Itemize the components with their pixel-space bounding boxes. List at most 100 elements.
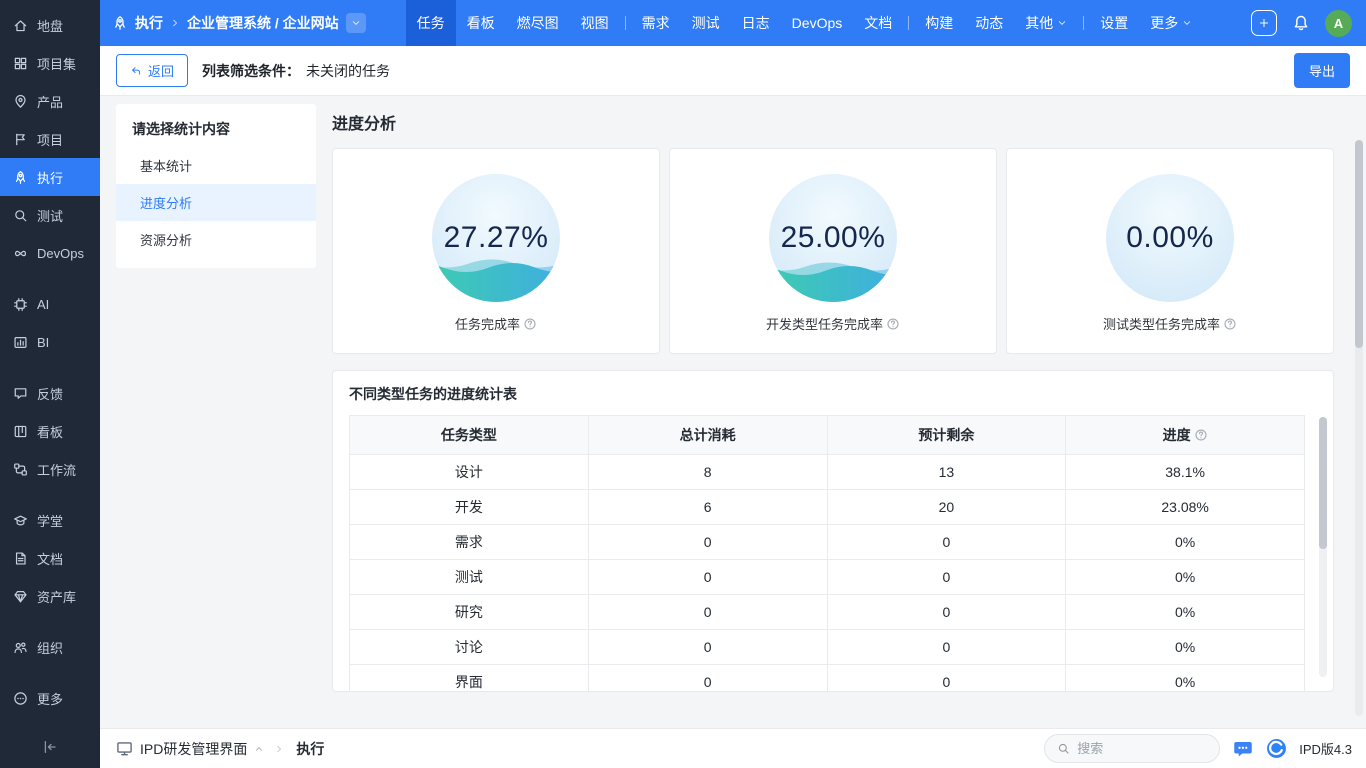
table-cell: 23.08% <box>1066 490 1305 525</box>
table-cell: 研究 <box>350 595 589 630</box>
sidebar-item-turf[interactable]: 地盘 <box>0 6 100 44</box>
col-header-2: 预计剩余 <box>827 416 1066 455</box>
chat-icon[interactable] <box>1232 739 1254 759</box>
search-icon <box>1057 742 1070 755</box>
user-avatar[interactable]: A <box>1325 10 1352 37</box>
content-scrollbar-thumb[interactable] <box>1355 140 1363 348</box>
sidebar-item-org[interactable]: 组织 <box>0 628 100 666</box>
topnav-kanban[interactable]: 看板 <box>456 0 506 46</box>
topbar-context-label[interactable]: 执行 <box>135 13 163 33</box>
sidebar-item-school[interactable]: 学堂 <box>0 501 100 539</box>
table-cell: 0 <box>827 595 1066 630</box>
topnav-other[interactable]: 其他 <box>1014 0 1078 46</box>
sidebar-item-workflow[interactable]: 工作流 <box>0 450 100 488</box>
topnav-label: 看板 <box>467 13 495 33</box>
topnav-log[interactable]: 日志 <box>731 0 781 46</box>
sidebar-item-feedback[interactable]: 反馈 <box>0 374 100 412</box>
sidebar-item-label: 资产库 <box>37 587 76 606</box>
sidebar-item-label: 地盘 <box>37 16 63 35</box>
sidebar-item-ai[interactable]: AI <box>0 285 100 323</box>
help-icon[interactable] <box>1194 428 1208 442</box>
back-arrow-icon <box>130 65 142 77</box>
table-scrollbar-thumb[interactable] <box>1319 417 1327 549</box>
stats-panel-title: 请选择统计内容 <box>116 117 316 147</box>
create-button[interactable] <box>1251 10 1277 36</box>
col-header-1: 总计消耗 <box>588 416 827 455</box>
table-row: 讨论000% <box>350 630 1305 665</box>
topnav-view[interactable]: 视图 <box>570 0 620 46</box>
sidebar-item-program[interactable]: 项目集 <box>0 44 100 82</box>
sidebar-item-label: AI <box>37 297 49 312</box>
topnav-more[interactable]: 更多 <box>1139 0 1203 46</box>
bottombar: IPD研发管理界面 执行 IPD版4.3 <box>100 728 1366 768</box>
sidebar-item-product[interactable]: 产品 <box>0 82 100 120</box>
sidebar-item-label: 工作流 <box>37 460 76 479</box>
export-button[interactable]: 导出 <box>1294 53 1350 88</box>
topnav-test[interactable]: 测试 <box>681 0 731 46</box>
table-cell: 0 <box>588 630 827 665</box>
gauge-label-text: 任务完成率 <box>455 314 520 333</box>
app-switcher[interactable]: IPD研发管理界面 <box>116 739 264 759</box>
topnav-label: 视图 <box>581 13 609 33</box>
notifications-bell-icon[interactable] <box>1292 14 1310 32</box>
topnav-doc[interactable]: 文档 <box>853 0 903 46</box>
table-header-row: 任务类型总计消耗预计剩余进度 <box>350 416 1305 455</box>
topnav-label: 任务 <box>417 13 445 33</box>
topnav-dynamic[interactable]: 动态 <box>964 0 1014 46</box>
filter-label: 列表筛选条件： <box>202 61 300 81</box>
table-cell: 0% <box>1066 665 1305 693</box>
home-icon <box>13 18 28 33</box>
project-switcher-dropdown[interactable] <box>346 13 366 33</box>
topnav-burndown[interactable]: 燃尽图 <box>506 0 570 46</box>
table-cell: 0 <box>827 630 1066 665</box>
help-icon[interactable] <box>523 317 537 331</box>
sidebar-item-label: 执行 <box>37 168 63 187</box>
table-row: 需求000% <box>350 525 1305 560</box>
table-cell: 0 <box>588 525 827 560</box>
topnav-label: 测试 <box>692 13 720 33</box>
back-button[interactable]: 返回 <box>116 54 188 87</box>
sidebar-item-devops[interactable]: DevOps <box>0 234 100 272</box>
bottombar-tab-execution[interactable]: 执行 <box>296 739 324 759</box>
table-cell: 测试 <box>350 560 589 595</box>
topnav-devops[interactable]: DevOps <box>781 0 854 46</box>
sidebar-item-doc[interactable]: 文档 <box>0 539 100 577</box>
grid-icon <box>13 56 28 71</box>
table-cell: 讨论 <box>350 630 589 665</box>
sidebar-item-assetlib[interactable]: 资产库 <box>0 577 100 615</box>
topnav-build[interactable]: 构建 <box>914 0 964 46</box>
sidebar-item-qa[interactable]: 测试 <box>0 196 100 234</box>
col-header-label: 总计消耗 <box>680 427 736 443</box>
version-label: IPD版4.3 <box>1299 739 1352 758</box>
stats-item-progress[interactable]: 进度分析 <box>116 184 316 221</box>
table-cell: 20 <box>827 490 1066 525</box>
table-cell: 0% <box>1066 560 1305 595</box>
stats-item-basic[interactable]: 基本统计 <box>116 147 316 184</box>
help-icon[interactable] <box>886 317 900 331</box>
sidebar-item-execution[interactable]: 执行 <box>0 158 100 196</box>
collapse-sidebar-button[interactable] <box>0 726 100 768</box>
kanban-icon <box>13 424 28 439</box>
menu-separator <box>1083 16 1084 30</box>
topnav-setting[interactable]: 设置 <box>1089 0 1139 46</box>
sidebar-item-kanban[interactable]: 看板 <box>0 412 100 450</box>
topnav-story[interactable]: 需求 <box>631 0 681 46</box>
avatar-initial: A <box>1334 16 1343 31</box>
gauge-label-text: 开发类型任务完成率 <box>766 314 883 333</box>
breadcrumb[interactable]: 企业管理系统 / 企业网站 <box>187 13 339 33</box>
search-input[interactable] <box>1077 741 1197 756</box>
rocket-icon <box>112 15 128 31</box>
bottombar-right: IPD版4.3 <box>1044 734 1352 763</box>
table-cell: 0 <box>588 560 827 595</box>
help-icon[interactable] <box>1223 317 1237 331</box>
topnav-label: 文档 <box>864 13 892 33</box>
topnav-task[interactable]: 任务 <box>406 0 456 46</box>
monitor-icon <box>116 740 133 757</box>
sidebar-item-bi[interactable]: BI <box>0 323 100 361</box>
sidebar-item-more[interactable]: 更多 <box>0 679 100 717</box>
gauge-label: 开发类型任务完成率 <box>766 314 900 333</box>
sidebar-item-project[interactable]: 项目 <box>0 120 100 158</box>
stats-item-resource[interactable]: 资源分析 <box>116 221 316 258</box>
sidebar-item-label: 更多 <box>37 689 63 708</box>
zentao-logo-icon <box>1266 738 1287 759</box>
